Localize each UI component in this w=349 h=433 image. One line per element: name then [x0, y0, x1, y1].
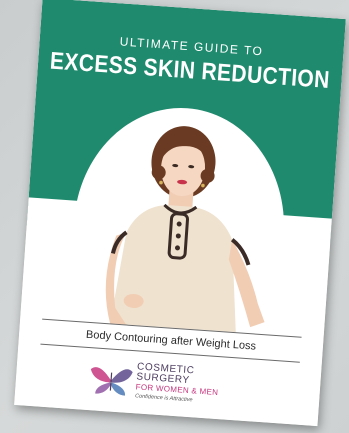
butterfly-icon — [90, 367, 133, 396]
page-stage: ULTIMATE GUIDE TO EXCESS SKIN REDUCTION — [0, 0, 349, 433]
guide-booklet-cover: ULTIMATE GUIDE TO EXCESS SKIN REDUCTION — [14, 0, 346, 427]
model-photo — [105, 126, 265, 333]
logo-wordmark: COSMETIC SURGERY FOR WOMEN & MEN Confide… — [135, 361, 220, 406]
